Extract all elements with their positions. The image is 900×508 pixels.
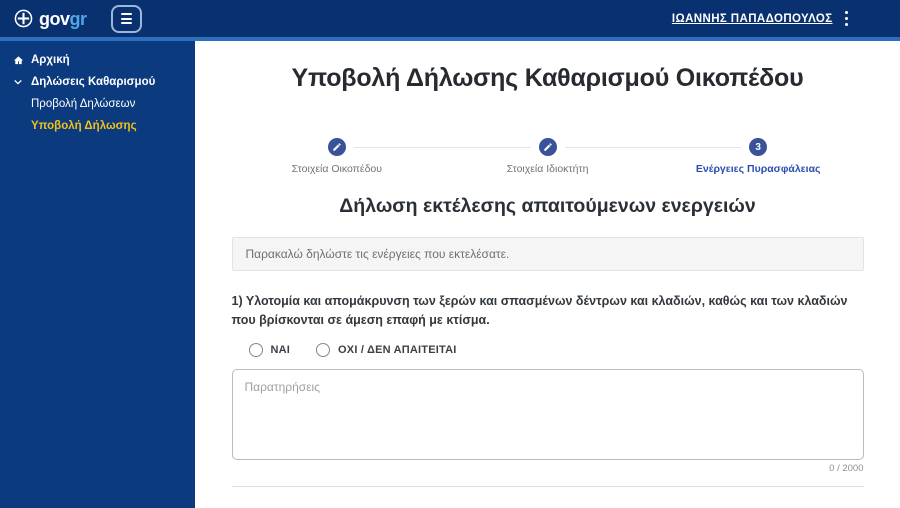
section-title: Δήλωση εκτέλεσης απαιτούμενων ενεργειών — [339, 195, 756, 217]
sidebar-item-label: Υποβολή Δήλωσης — [31, 120, 137, 132]
step-owner-details: Στοιχεία Ιδιοκτήτη — [353, 138, 653, 175]
sidebar-item-view-declarations[interactable]: Προβολή Δηλώσεων — [0, 94, 195, 114]
kebab-menu-icon[interactable] — [843, 9, 851, 29]
main-content: Υποβολή Δήλωσης Καθαρισμού Οικοπέδου Στο… — [195, 41, 900, 508]
radio-option-yes[interactable]: ΝΑΙ — [248, 342, 291, 357]
menu-toggle-button[interactable] — [110, 4, 142, 33]
radio-label: ΝΑΙ — [270, 343, 291, 356]
question-1-text: 1) Υλοτομία και απομάκρυνση των ξερών κα… — [231, 294, 848, 327]
sidebar-item-label: Αρχική — [31, 54, 70, 66]
stepper: Στοιχεία Οικοπέδου Στοιχεία Ιδιοκτήτη 3 … — [232, 138, 864, 175]
app-header: govgr ΙΩΑΝΝΗΣ ΠΑΠΑΔΟΠΟΥΛΟΣ — [0, 0, 900, 37]
edit-icon — [543, 143, 552, 151]
logo-gr: gr — [69, 8, 88, 29]
sidebar-item-label: Προβολή Δηλώσεων — [31, 98, 136, 110]
chevron-down-icon — [12, 77, 24, 87]
step-completed-indicator — [538, 138, 557, 156]
greek-emblem-icon — [14, 9, 33, 28]
radio-circle[interactable] — [316, 342, 331, 357]
remarks-textarea[interactable] — [231, 368, 864, 460]
hamburger-icon — [120, 13, 132, 15]
step-plot-details: Στοιχεία Οικοπέδου — [232, 138, 443, 175]
app-window: govgr ΙΩΑΝΝΗΣ ΠΑΠΑΔΟΠΟΥΛΟΣ Αρχική Δηλώσε… — [0, 0, 900, 508]
edit-icon — [333, 143, 341, 151]
page-title: Υποβολή Δήλωσης Καθαρισμού Οικοπέδου — [291, 64, 804, 92]
radio-option-no-not-required[interactable]: ΟΧΙ / ΔΕΝ ΑΠΑΙΤΕΙΤΑΙ — [316, 342, 457, 357]
logo-gov: gov — [39, 8, 70, 29]
logo-text: govgr — [39, 10, 87, 28]
govgr-logo[interactable]: govgr — [14, 9, 87, 28]
home-icon — [12, 55, 24, 66]
user-menu-link[interactable]: ΙΩΑΝΝΗΣ ΠΑΠΑΔΟΠΟΥΛΟΣ — [672, 13, 833, 25]
question-1-options: ΝΑΙ ΟΧΙ / ΔΕΝ ΑΠΑΙΤΕΙΤΑΙ — [232, 342, 864, 357]
header-user-area: ΙΩΑΝΝΗΣ ΠΑΠΑΔΟΠΟΥΛΟΣ — [672, 9, 850, 29]
sidebar: Αρχική Δηλώσεις Καθαρισμού Προβολή Δηλώσ… — [0, 41, 195, 508]
step-label: Στοιχεία Οικοπέδου — [291, 163, 382, 175]
sidebar-item-submit-declaration[interactable]: Υποβολή Δήλωσης — [0, 116, 195, 136]
sidebar-item-home[interactable]: Αρχική — [0, 50, 195, 70]
char-counter: 0 / 2000 — [829, 462, 864, 474]
sidebar-item-declarations-group[interactable]: Δηλώσεις Καθαρισμού — [0, 72, 195, 92]
sidebar-item-label: Δηλώσεις Καθαρισμού — [31, 76, 156, 88]
step-completed-indicator — [327, 138, 346, 156]
section-divider — [231, 485, 864, 487]
radio-circle[interactable] — [248, 342, 263, 357]
step-fire-safety-actions: 3 Ενέργειες Πυρασφάλειας — [564, 138, 864, 175]
step-number-indicator: 3 — [749, 138, 768, 156]
info-message: Παρακαλώ δηλώστε τις ενέργειες που εκτελ… — [231, 237, 864, 271]
step-label: Στοιχεία Ιδιοκτήτη — [506, 163, 589, 175]
step-label: Ενέργειες Πυρασφάλειας — [695, 163, 821, 175]
radio-label: ΟΧΙ / ΔΕΝ ΑΠΑΙΤΕΙΤΑΙ — [338, 343, 457, 356]
